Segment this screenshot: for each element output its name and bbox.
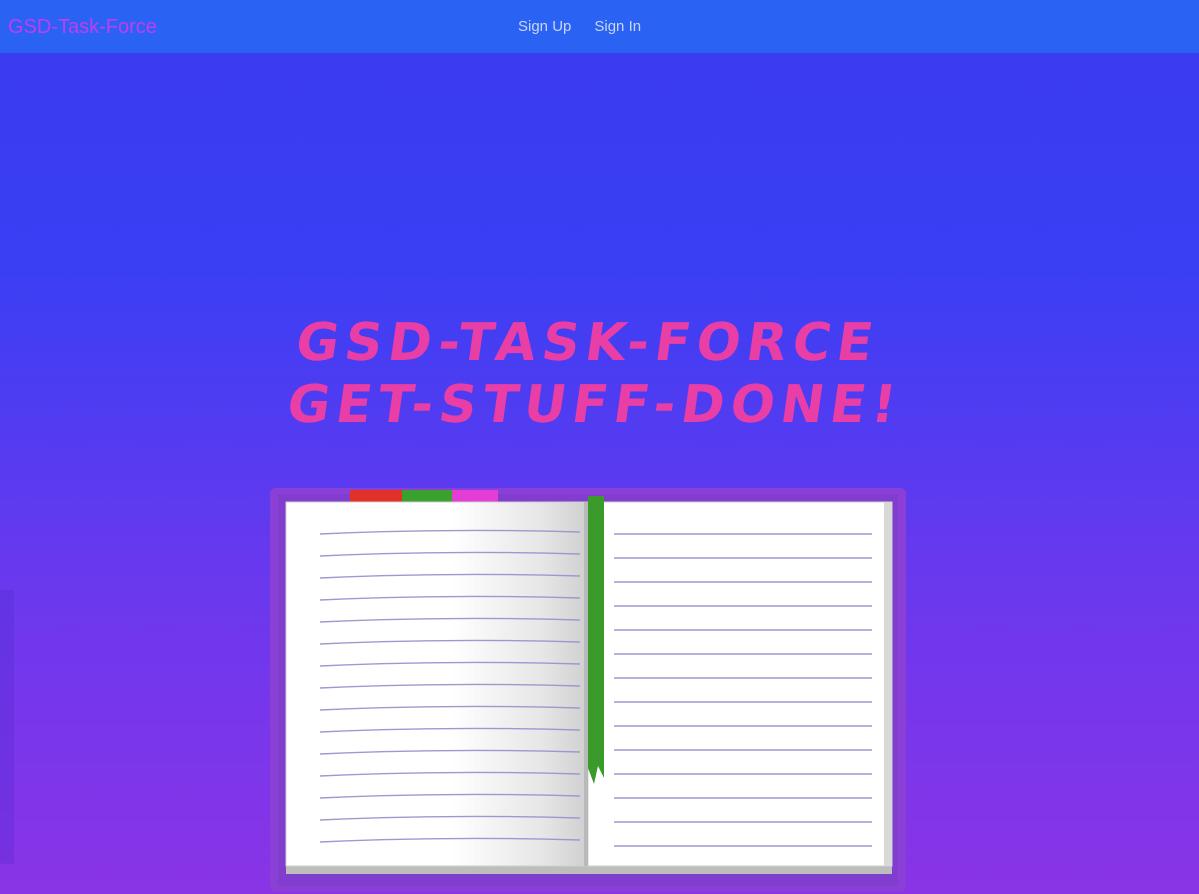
headline-line-1: GSD-TASK-FORCE [292,313,883,373]
brand-link[interactable]: GSD-Task-Force [8,14,157,40]
background-shade [0,590,14,864]
bookmark-ribbon [588,496,604,784]
notebook-illustration [268,478,908,894]
headline-line-2: GET-STUFF-DONE! [283,375,906,435]
sign-in-link[interactable]: Sign In [594,18,641,36]
top-navbar: GSD-Task-Force Sign Up Sign In [0,0,1199,53]
hero-headline: GSD-TASK-FORCE GET-STUFF-DONE! [283,312,920,436]
open-notebook-icon [270,488,906,892]
nav-links: Sign Up Sign In [518,18,641,36]
notebook-right-page [587,501,893,867]
sign-up-link[interactable]: Sign Up [518,18,571,36]
